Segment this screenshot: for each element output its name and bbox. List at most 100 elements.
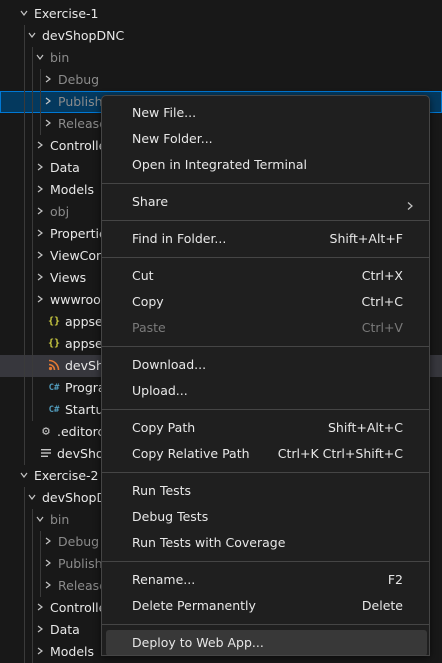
menu-item-share[interactable]: Share bbox=[106, 189, 427, 215]
chevron-down-icon[interactable] bbox=[28, 31, 36, 39]
menu-item-label: Copy Relative Path bbox=[132, 446, 250, 461]
chevron-down-icon[interactable] bbox=[36, 53, 44, 61]
indent-guide bbox=[24, 509, 25, 531]
chevron-down-icon[interactable] bbox=[20, 9, 28, 17]
menu-item-label: Share bbox=[132, 194, 169, 209]
menu-item-find-in-folder[interactable]: Find in Folder... Shift+Alt+F bbox=[106, 226, 427, 252]
menu-item-shortcut: Ctrl+C bbox=[361, 294, 403, 309]
indent-guide bbox=[24, 311, 25, 333]
chevron-right-icon[interactable] bbox=[44, 537, 52, 545]
indent-guide bbox=[24, 575, 25, 597]
menu-item-label: Copy Path bbox=[132, 420, 196, 435]
chevron-right-icon[interactable] bbox=[36, 603, 44, 611]
chevron-right-icon[interactable] bbox=[44, 97, 52, 105]
indent-guide bbox=[32, 509, 33, 531]
indent-guide bbox=[40, 91, 41, 113]
chevron-right-icon[interactable] bbox=[36, 625, 44, 633]
menu-item-copy-path[interactable]: Copy Path Shift+Alt+C bbox=[106, 415, 427, 441]
menu-item-rename[interactable]: Rename... F2 bbox=[106, 567, 427, 593]
menu-item-download[interactable]: Download... bbox=[106, 352, 427, 378]
menu-separator bbox=[102, 409, 429, 410]
menu-item-label: Rename... bbox=[132, 572, 196, 587]
chevron-right-icon[interactable] bbox=[44, 119, 52, 127]
indent-guide bbox=[24, 201, 25, 223]
chevron-right-icon[interactable] bbox=[44, 581, 52, 589]
tree-folder-row[interactable]: Debug bbox=[0, 69, 442, 91]
csharp-file-icon: C# bbox=[48, 383, 60, 393]
menu-item-upload[interactable]: Upload... bbox=[106, 378, 427, 404]
chevron-right-icon[interactable] bbox=[36, 273, 44, 281]
chevron-right-icon[interactable] bbox=[36, 185, 44, 193]
tree-item-label: Release bbox=[58, 578, 107, 593]
chevron-right-icon[interactable] bbox=[44, 559, 52, 567]
chevron-right-icon[interactable] bbox=[36, 207, 44, 215]
indent-guide bbox=[24, 399, 25, 421]
indent-guide bbox=[40, 575, 41, 597]
indent-guide bbox=[24, 25, 25, 47]
json-file-icon: {} bbox=[47, 316, 61, 327]
tree-item-label: devShopDNC bbox=[42, 28, 125, 43]
indent-guide bbox=[40, 113, 41, 135]
indent-guide bbox=[32, 399, 33, 421]
menu-item-label: New File... bbox=[132, 105, 197, 120]
indent-guide bbox=[24, 289, 25, 311]
chevron-right-icon[interactable] bbox=[36, 163, 44, 171]
tree-item-label: Publish bbox=[58, 556, 103, 571]
indent-guide bbox=[32, 69, 33, 91]
menu-item-run-tests[interactable]: Run Tests bbox=[106, 478, 427, 504]
menu-item-shortcut: F2 bbox=[387, 572, 403, 587]
chevron-right-icon[interactable] bbox=[44, 75, 52, 83]
tree-item-label: Data bbox=[50, 622, 80, 637]
chevron-right-icon[interactable] bbox=[36, 295, 44, 303]
menu-item-shortcut: Shift+Alt+F bbox=[329, 231, 403, 246]
indent-guide bbox=[24, 69, 25, 91]
indent-guide bbox=[32, 553, 33, 575]
menu-item-new-folder[interactable]: New Folder... bbox=[106, 126, 427, 152]
rss-icon bbox=[47, 359, 61, 373]
tree-folder-row[interactable]: devShopDNC bbox=[0, 25, 442, 47]
indent-guide bbox=[24, 135, 25, 157]
chevron-right-icon[interactable] bbox=[36, 229, 44, 237]
indent-guide bbox=[32, 135, 33, 157]
gear-icon: ⚙ bbox=[42, 424, 50, 439]
menu-item-delete-permanently[interactable]: Delete Permanently Delete bbox=[106, 593, 427, 619]
indent-guide bbox=[24, 267, 25, 289]
menu-item-debug-tests[interactable]: Debug Tests bbox=[106, 504, 427, 530]
menu-item-shortcut: Ctrl+V bbox=[361, 320, 403, 335]
chevron-down-icon[interactable] bbox=[36, 515, 44, 523]
menu-separator bbox=[102, 346, 429, 347]
menu-item-open-in-integrated-terminal[interactable]: Open in Integrated Terminal bbox=[106, 152, 427, 178]
tree-item-label: Models bbox=[50, 644, 95, 659]
chevron-right-icon[interactable] bbox=[36, 251, 44, 259]
indent-guide bbox=[24, 531, 25, 553]
tree-item-label: obj bbox=[50, 204, 70, 219]
indent-guide bbox=[32, 223, 33, 245]
indent-guide bbox=[24, 355, 25, 377]
menu-item-cut[interactable]: Cut Ctrl+X bbox=[106, 263, 427, 289]
chevron-right-icon[interactable] bbox=[36, 141, 44, 149]
indent-guide bbox=[32, 377, 33, 399]
chevron-down-icon[interactable] bbox=[20, 471, 28, 479]
indent-guide bbox=[24, 421, 25, 443]
tree-folder-row[interactable]: Exercise-1 bbox=[0, 3, 442, 25]
menu-item-new-file[interactable]: New File... bbox=[106, 100, 427, 126]
menu-separator bbox=[102, 183, 429, 184]
menu-item-shortcut: Ctrl+X bbox=[361, 268, 403, 283]
menu-item-copy[interactable]: Copy Ctrl+C bbox=[106, 289, 427, 315]
menu-item-label: Run Tests bbox=[132, 483, 192, 498]
indent-guide bbox=[32, 245, 33, 267]
menu-separator bbox=[102, 220, 429, 221]
menu-item-deploy-to-web-app[interactable]: Deploy to Web App... bbox=[106, 630, 427, 655]
indent-guide bbox=[24, 47, 25, 69]
menu-item-copy-relative-path[interactable]: Copy Relative Path Ctrl+K Ctrl+Shift+C bbox=[106, 441, 427, 467]
tree-item-label: Exercise-1 bbox=[34, 6, 99, 21]
tree-folder-row[interactable]: bin bbox=[0, 47, 442, 69]
indent-guide bbox=[24, 553, 25, 575]
menu-separator bbox=[102, 257, 429, 258]
indent-guide bbox=[32, 179, 33, 201]
chevron-right-icon[interactable] bbox=[36, 647, 44, 655]
menu-item-run-tests-with-coverage[interactable]: Run Tests with Coverage bbox=[106, 530, 427, 556]
chevron-down-icon[interactable] bbox=[28, 493, 36, 501]
menu-separator bbox=[102, 561, 429, 562]
indent-guide bbox=[24, 333, 25, 355]
